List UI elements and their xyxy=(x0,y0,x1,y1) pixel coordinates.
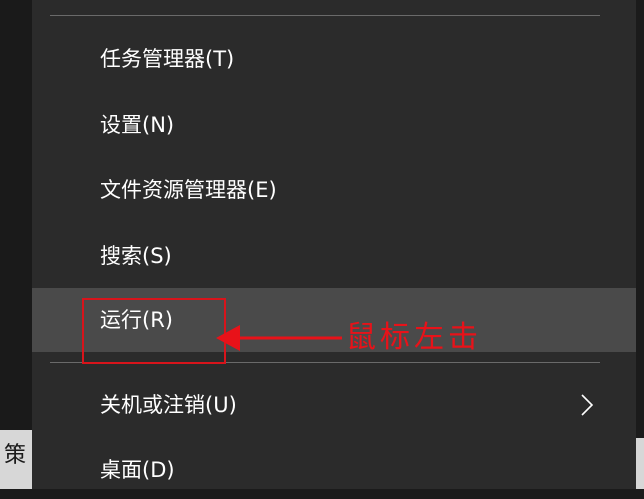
menu-item-settings[interactable]: 设置(N) xyxy=(32,96,636,154)
menu-item-label: 任务管理器(T) xyxy=(100,47,235,71)
menu-item-label: 桌面(D) xyxy=(100,458,175,482)
arrow-left-icon xyxy=(216,318,344,362)
menu-separator xyxy=(50,15,600,16)
context-menu: 任务管理器(T) 设置(N) 文件资源管理器(E) 搜索(S) 运行(R) 关机… xyxy=(32,0,636,489)
menu-item-shutdown[interactable]: 关机或注销(U) xyxy=(32,376,636,434)
background-partial-text: 策 xyxy=(4,443,27,468)
menu-item-label: 搜索(S) xyxy=(100,244,172,268)
menu-item-file-explorer[interactable]: 文件资源管理器(E) xyxy=(32,161,636,219)
menu-item-label: 关机或注销(U) xyxy=(100,393,237,417)
menu-item-label: 设置(N) xyxy=(100,113,175,137)
menu-item-search[interactable]: 搜索(S) xyxy=(32,227,636,285)
desktop-background-right xyxy=(636,438,644,489)
annotation-text: 鼠标左击 xyxy=(346,320,482,355)
menu-item-task-manager[interactable]: 任务管理器(T) xyxy=(32,30,636,88)
menu-item-desktop[interactable]: 桌面(D) xyxy=(32,441,636,499)
chevron-right-icon xyxy=(580,393,594,422)
menu-item-label: 文件资源管理器(E) xyxy=(100,178,277,202)
desktop-background: 策 xyxy=(0,0,32,489)
annotation-highlight-box xyxy=(82,298,226,364)
